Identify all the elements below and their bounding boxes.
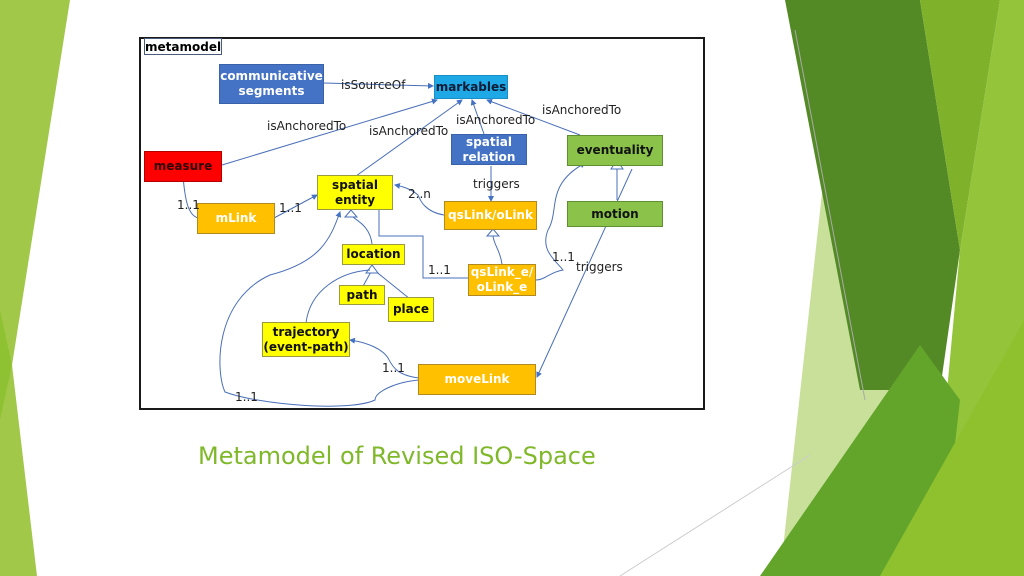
node-label: place (392, 302, 430, 316)
edge-label-multiplicity: 1..1 (428, 263, 451, 277)
node-eventuality[interactable]: eventuality (567, 135, 663, 166)
node-label: eventuality (576, 143, 654, 157)
node-label: spatial entity (332, 177, 378, 207)
edge-label-anchored-measure: isAnchoredTo (267, 119, 347, 133)
node-trajectory[interactable]: trajectory (event-path) (262, 322, 350, 357)
left-green-band (0, 0, 70, 576)
node-path[interactable]: path (339, 285, 385, 305)
node-movelink[interactable]: moveLink (418, 364, 536, 395)
node-location[interactable]: location (342, 244, 405, 265)
node-qslink-olink[interactable]: qsLink/oLink (444, 201, 537, 230)
edge-label-anchored-spatial-relation: isAnchoredTo (456, 113, 536, 127)
slide-caption: Metamodel of Revised ISO-Space (198, 442, 596, 470)
edge-label-multiplicity: 1..1 (382, 361, 405, 375)
node-qslink-e-olink-e[interactable]: qsLink_e/ oLink_e (468, 264, 536, 296)
metamodel-tag: metamodel (144, 38, 222, 55)
edge-label-multiplicity: 1..1 (279, 201, 302, 215)
node-mlink[interactable]: mLink (197, 203, 275, 234)
node-markables[interactable]: markables (434, 75, 508, 99)
node-place[interactable]: place (388, 297, 434, 322)
node-label: qsLink_e/ oLink_e (470, 265, 534, 294)
edge-label-is-source-of: isSourceOf (341, 78, 406, 92)
node-measure[interactable]: measure (144, 151, 222, 182)
edge-label-multiplicity: 1..1 (177, 198, 200, 212)
node-communicative-segments[interactable]: communicative segments (219, 64, 324, 104)
edge-label-anchored-spatial-entity: isAnchoredTo (369, 124, 449, 138)
node-label: path (346, 287, 378, 302)
node-label: spatial relation (462, 134, 516, 164)
edge-label-triggers: triggers (576, 260, 623, 274)
node-spatial-relation[interactable]: spatial relation (451, 134, 527, 165)
node-motion[interactable]: motion (567, 201, 663, 227)
node-label: measure (153, 159, 213, 173)
node-label: mLink (215, 211, 257, 225)
edge-label-triggers: triggers (473, 177, 520, 191)
node-label: moveLink (444, 372, 510, 386)
edge-label-multiplicity: 1..1 (235, 390, 258, 404)
node-label: qsLink/oLink (448, 208, 533, 222)
node-label: location (346, 247, 401, 261)
edge-label-anchored-eventuality: isAnchoredTo (542, 103, 622, 117)
edge-label-multiplicity: 2..n (408, 187, 431, 201)
node-spatial-entity[interactable]: spatial entity (317, 175, 393, 210)
node-label: markables (435, 79, 507, 94)
node-label: trajectory (event-path) (263, 324, 349, 354)
edge-label-multiplicity: 1..1 (552, 250, 575, 264)
node-label: motion (591, 206, 639, 221)
node-label: communicative segments (220, 69, 323, 98)
